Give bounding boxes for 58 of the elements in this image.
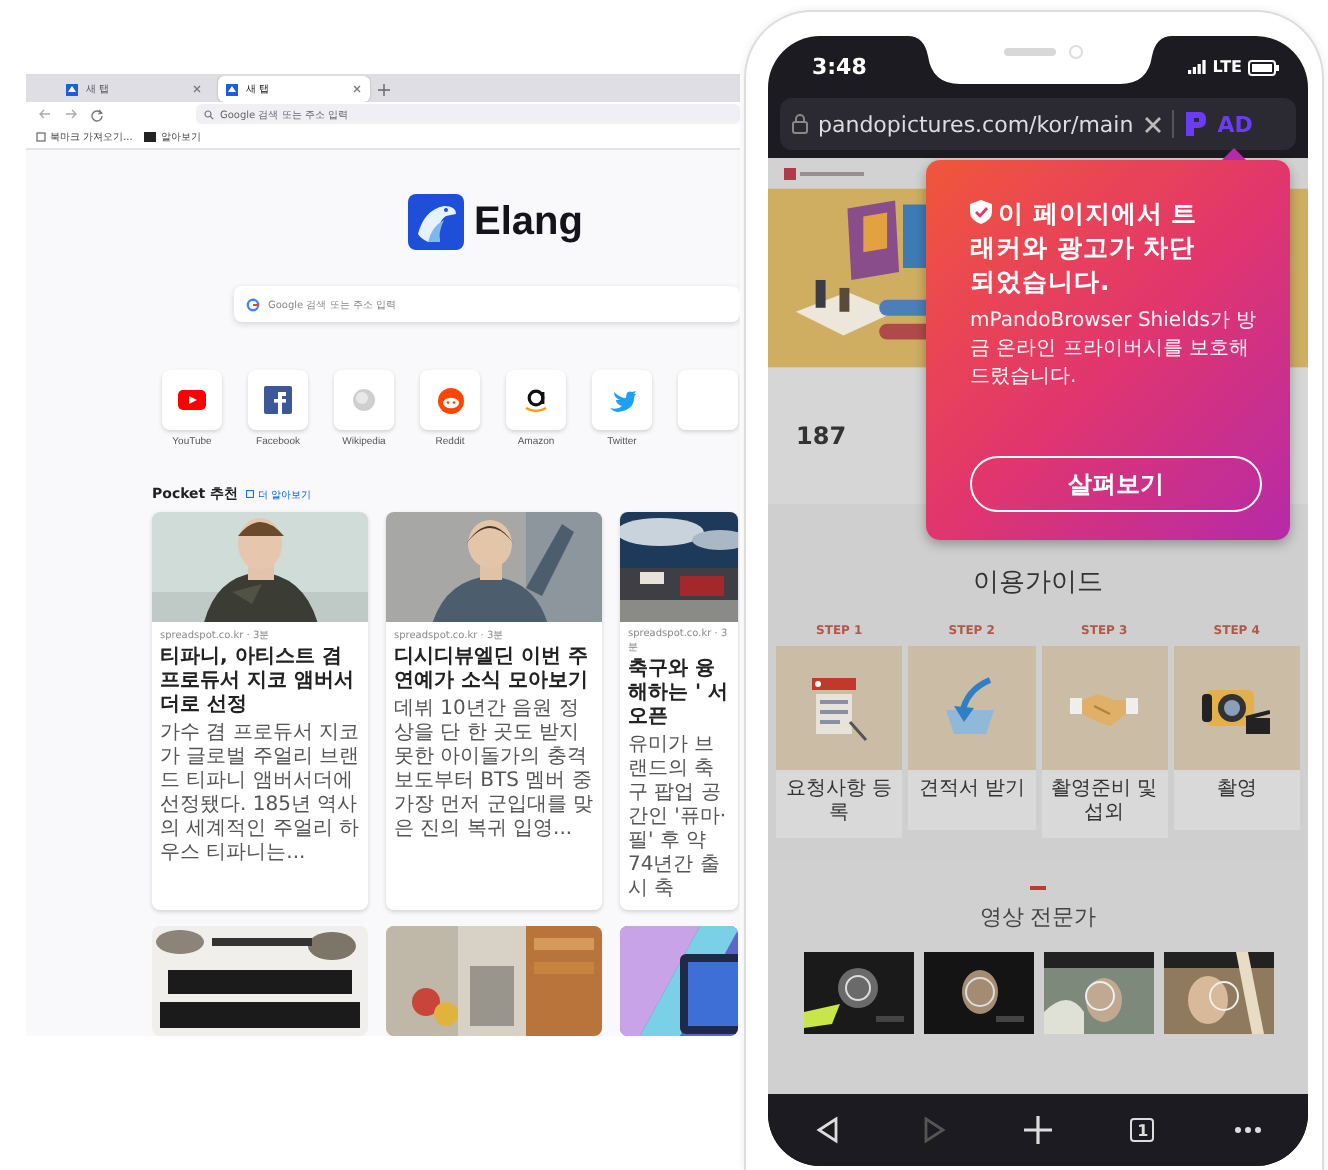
reload-icon[interactable]: [90, 107, 104, 122]
shortcut-tile[interactable]: [162, 370, 222, 430]
site-logo-icon: [784, 167, 864, 179]
shortcut-tile[interactable]: [506, 370, 566, 430]
step-title: 견적서 받기: [908, 770, 1035, 830]
article-excerpt: 데뷔 10년간 음원 정상을 단 한 곳도 받지 못한 아이돌가의 충격 보도부터 BTS 멤버 중 가장 먼저 군입대를 맞은 진의 복귀 입영...: [394, 698, 594, 842]
youtube-icon: [178, 390, 206, 410]
shortcut-tile[interactable]: [592, 370, 652, 430]
new-tab-icon: [1023, 1116, 1052, 1144]
network-label: LTE: [1212, 58, 1242, 76]
close-icon[interactable]: [1143, 115, 1162, 133]
clock-time: 3:48: [812, 54, 867, 80]
logo-text: Elang: [474, 199, 583, 245]
url-text: pandopictures.com/kor/main: [818, 111, 1134, 137]
google-icon: [246, 297, 260, 311]
favicon-icon: [66, 83, 78, 96]
close-icon[interactable]: [352, 84, 362, 95]
bird-icon: [609, 389, 635, 411]
article-excerpt: 가수 겸 프로듀서 지코가 글로벌 주얼리 브랜드 티파니 앰버서더에 선정됐다. 185년 역사의 세계적인 주얼리 하우스 티파니는...: [160, 722, 360, 866]
bookmark-favicon-icon: [144, 132, 157, 143]
back-arrow-icon[interactable]: [38, 108, 52, 121]
shortcut-tile[interactable]: [334, 370, 394, 430]
shortcut-tile[interactable]: [420, 370, 480, 430]
forward-arrow-icon[interactable]: [64, 108, 78, 121]
shield-icon: [970, 200, 992, 224]
favicon-icon: [226, 83, 238, 96]
battery-icon: [1248, 59, 1280, 75]
amazon-icon: [524, 386, 548, 414]
url-bar[interactable]: pandopictures.com/kor/main AD: [780, 98, 1296, 150]
reddit-icon: [437, 387, 463, 413]
stat-value: 187: [796, 422, 849, 450]
search-icon: [204, 109, 214, 120]
close-icon[interactable]: [192, 84, 202, 95]
forward-icon: [919, 1116, 948, 1144]
article-title: 티파니, 아티스트 겸 프로듀서 지코 앰버서더로 선정: [160, 646, 356, 718]
signal-icon: [1188, 60, 1207, 74]
section-title: 영상 전문가: [979, 902, 1097, 932]
bird-logo-icon: [408, 194, 464, 250]
explore-button[interactable]: 살펴보기: [970, 456, 1262, 512]
article-title: 디시디뷰엘딘 이번 주 연예가 소식 모아보기: [394, 646, 590, 694]
globe-icon: [352, 388, 376, 412]
info-icon: [246, 490, 255, 498]
step-title: 촬영준비 및 섭외: [1041, 770, 1168, 838]
new-tab-icon[interactable]: [378, 83, 390, 96]
section-title: 이용가이드: [973, 566, 1103, 600]
tabs-button[interactable]: 1: [1120, 1108, 1165, 1152]
shield-logo-icon[interactable]: [1183, 110, 1208, 138]
article-title: 축구와 융해하는 ' 서 오픈: [628, 658, 730, 730]
bookmark-icon: [36, 132, 46, 143]
step-title: 요청사항 등록: [776, 770, 903, 838]
article-excerpt: 유미가 브랜드의 축구 팝업 공간인 '퓨마·필' 후 약 74년간 출시 축: [628, 734, 729, 902]
popup-message: mPandoBrowser Shields가 방금 온라인 프라이버시를 보호해드렸습니다.: [970, 308, 1259, 392]
shortcut-tile[interactable]: [248, 370, 308, 430]
popup-headline: 이 페이지에서 트래커와 광고가 차단되었습니다.: [970, 196, 1200, 298]
back-icon: [814, 1116, 843, 1144]
facebook-icon: [264, 386, 292, 414]
step-title: 촬영: [1173, 770, 1300, 830]
lock-icon: [792, 114, 808, 134]
